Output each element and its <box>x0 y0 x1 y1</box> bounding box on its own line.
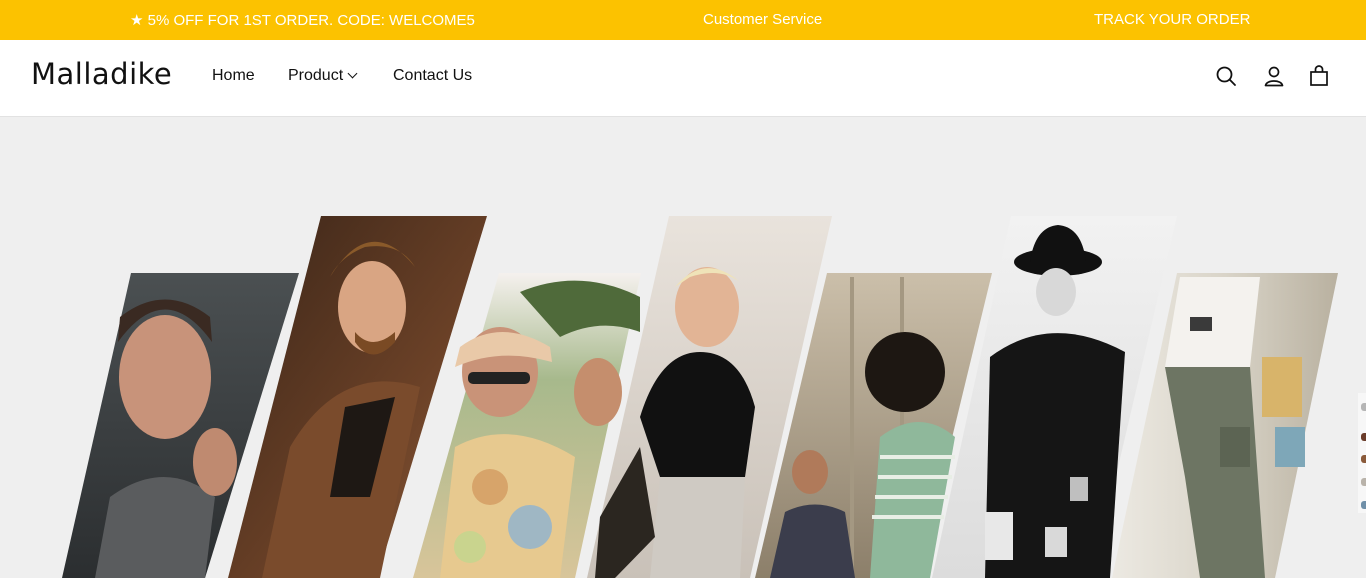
account-icon[interactable] <box>1262 64 1286 88</box>
nav-contact[interactable]: Contact Us <box>393 67 472 85</box>
side-widget-dot <box>1361 501 1366 509</box>
side-widget[interactable] <box>1358 393 1366 513</box>
hero-banner <box>0 117 1366 578</box>
site-logo[interactable]: Malladike <box>31 57 172 91</box>
nav-product-label: Product <box>288 67 344 84</box>
announcement-bar: ★ 5% OFF FOR 1ST ORDER. CODE: WELCOME5 C… <box>0 0 1366 40</box>
hero-collage <box>62 216 1338 578</box>
nav-product[interactable]: Product <box>288 67 358 85</box>
side-widget-dot <box>1361 478 1366 486</box>
search-icon[interactable] <box>1214 64 1238 88</box>
nav-home[interactable]: Home <box>212 67 255 85</box>
side-widget-dot <box>1361 455 1366 463</box>
track-order-link[interactable]: TRACK YOUR ORDER <box>1094 11 1250 28</box>
promo-text: ★ 5% OFF FOR 1ST ORDER. CODE: WELCOME5 <box>130 12 475 29</box>
side-widget-dot <box>1361 403 1366 411</box>
chevron-down-icon <box>347 68 358 79</box>
customer-service-link[interactable]: Customer Service <box>703 11 822 28</box>
side-widget-dot <box>1361 433 1366 441</box>
cart-icon[interactable] <box>1307 64 1331 88</box>
site-header: Malladike Home Product Contact Us <box>0 40 1366 117</box>
